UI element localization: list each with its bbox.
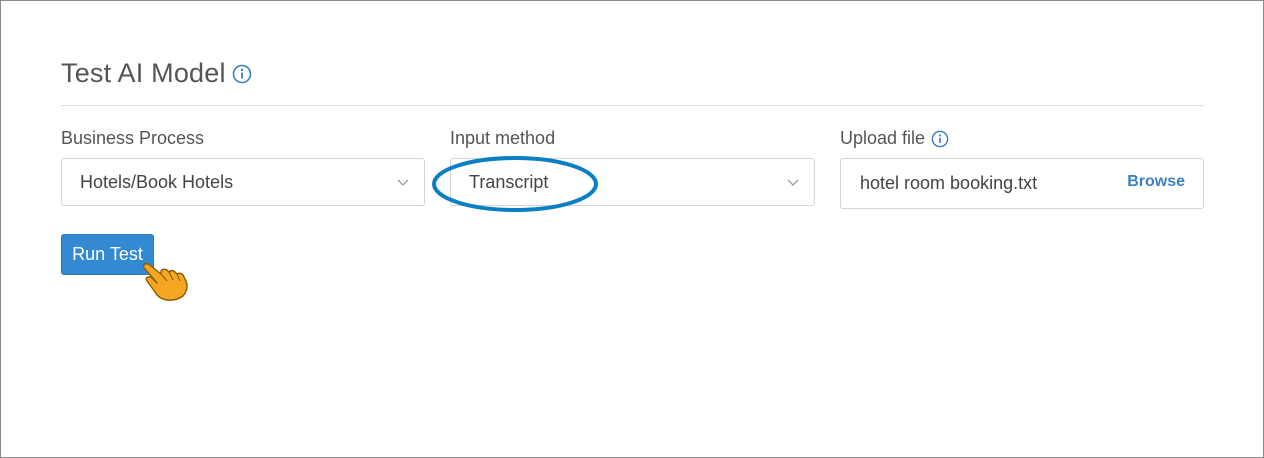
- header-divider: [61, 105, 1204, 106]
- chevron-down-icon: [397, 179, 409, 186]
- run-test-button[interactable]: Run Test: [61, 234, 154, 275]
- upload-file-label-text: Upload file: [840, 128, 926, 148]
- upload-file-field[interactable]: hotel room booking.txt Browse: [840, 158, 1204, 209]
- business-process-select[interactable]: Hotels/Book Hotels: [61, 158, 425, 206]
- panel-header: Test AI Model: [61, 58, 252, 89]
- business-process-label: Business Process: [61, 128, 204, 149]
- info-icon[interactable]: [232, 64, 252, 84]
- input-method-label: Input method: [450, 128, 555, 149]
- input-method-value: Transcript: [469, 171, 549, 192]
- info-icon[interactable]: [931, 130, 949, 148]
- page-title: Test AI Model: [61, 58, 226, 88]
- upload-file-name: hotel room booking.txt: [860, 173, 1038, 193]
- input-method-select[interactable]: Transcript: [450, 158, 815, 206]
- business-process-value: Hotels/Book Hotels: [80, 171, 234, 192]
- business-process-label-text: Business Process: [61, 128, 205, 148]
- browse-button[interactable]: Browse: [1127, 173, 1185, 191]
- chevron-down-icon: [787, 179, 799, 186]
- upload-file-label: Upload file: [840, 128, 949, 149]
- test-ai-model-panel: Test AI Model Business Process Hotels/Bo…: [0, 0, 1264, 458]
- input-method-label-text: Input method: [450, 128, 556, 148]
